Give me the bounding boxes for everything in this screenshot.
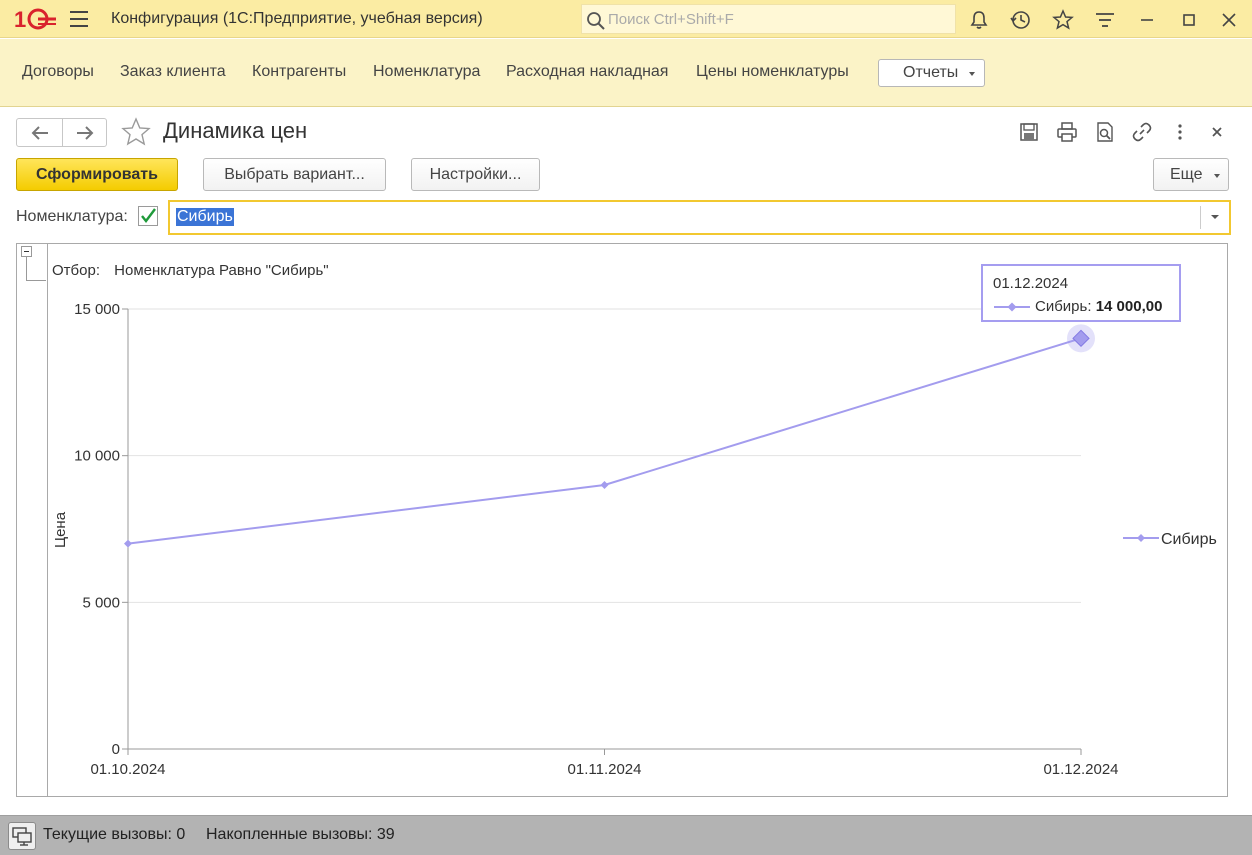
section-client-order[interactable]: Заказ клиента [120, 63, 226, 81]
section-sales-invoice[interactable]: Расходная накладная [506, 63, 668, 81]
tooltip-date: 01.12.2024 [993, 275, 1069, 292]
maximize-icon[interactable] [1178, 9, 1200, 31]
y-axis-title: Цена [52, 511, 69, 548]
nomenclature-value: Сибирь [176, 208, 234, 226]
filter-menu-icon[interactable] [1094, 9, 1116, 31]
close-form-icon[interactable] [1206, 121, 1228, 143]
history-icon[interactable] [1010, 9, 1032, 31]
link-icon[interactable] [1131, 121, 1153, 143]
calls-monitor-icon[interactable] [8, 822, 36, 850]
nomenclature-label: Номенклатура: [16, 208, 128, 225]
choose-variant-button[interactable]: Выбрать вариант... [203, 158, 386, 191]
status-bar: Текущие вызовы: 0 Накопленные вызовы: 39 [0, 815, 1252, 855]
y-tick-label: 15 000 [74, 301, 120, 318]
section-nomenclature-prices[interactable]: Цены номенклатуры [696, 63, 849, 81]
series-line [127, 337, 1082, 545]
back-arrow-icon[interactable] [30, 125, 50, 141]
series-marker-icon [994, 302, 1030, 312]
report-area: Отбор: Номенклатура Равно "Сибирь" 05 00… [16, 243, 1228, 797]
svg-text:1: 1 [14, 7, 26, 32]
navigation-buttons [16, 118, 107, 147]
price-chart[interactable]: 0 5 000 10 000 15 000 01.10.2024 01.11.2024 01… [17, 244, 1227, 796]
reports-button-label: Отчеты [903, 64, 959, 81]
1c-logo[interactable]: 1 [14, 6, 58, 32]
settings-button[interactable]: Настройки... [411, 158, 540, 191]
x-tick-label: 01.10.2024 [90, 761, 165, 778]
form-title: Динамика цен [163, 118, 308, 143]
sections-panel: Договоры Заказ клиента Контрагенты Номен… [0, 39, 1252, 107]
preview-icon[interactable] [1094, 121, 1116, 143]
bell-icon[interactable] [968, 9, 990, 31]
search-placeholder: Поиск Ctrl+Shift+F [608, 11, 734, 28]
favorites-star-icon[interactable] [1052, 9, 1074, 31]
section-nomenclature[interactable]: Номенклатура [373, 63, 480, 81]
y-tick-label: 0 [112, 741, 120, 758]
more-button[interactable]: Еще [1153, 158, 1229, 191]
close-window-icon[interactable] [1218, 9, 1240, 31]
nomenclature-field[interactable]: Сибирь [168, 200, 1231, 235]
title-bar: 1 Конфигурация (1С:Предприятие, учебная … [0, 0, 1252, 38]
forward-arrow-icon[interactable] [75, 125, 95, 141]
section-contracts[interactable]: Договоры [22, 63, 94, 81]
data-point [124, 539, 132, 548]
y-tick-label: 5 000 [82, 594, 120, 611]
reports-button[interactable]: Отчеты [878, 59, 985, 87]
favorite-star-icon[interactable] [120, 116, 152, 148]
y-tick-label: 10 000 [74, 448, 120, 465]
tooltip-series: Сибирь: [1035, 298, 1092, 315]
x-tick-label: 01.12.2024 [1043, 761, 1118, 778]
app-title: Конфигурация (1С:Предприятие, учебная ве… [111, 10, 483, 27]
legend-marker [1137, 534, 1145, 542]
generate-button[interactable]: Сформировать [16, 158, 178, 191]
chevron-down-icon [1214, 174, 1220, 178]
monitor-icon [12, 827, 32, 846]
chart-tooltip: 01.12.2024 Сибирь: 14 000,00 [981, 264, 1181, 322]
data-point [600, 481, 609, 489]
search-input[interactable]: Поиск Ctrl+Shift+F [581, 4, 956, 34]
dropdown-arrow-icon[interactable] [1211, 215, 1219, 219]
accumulated-calls: Накопленные вызовы: 39 [206, 826, 395, 843]
chevron-down-icon [969, 72, 975, 76]
print-icon[interactable] [1056, 121, 1078, 143]
save-icon[interactable] [1018, 121, 1040, 143]
section-counterparties[interactable]: Контрагенты [252, 63, 346, 81]
x-tick-label: 01.11.2024 [568, 761, 642, 778]
tooltip-series-line: Сибирь: 14 000,00 [993, 298, 1162, 315]
current-calls: Текущие вызовы: 0 [43, 826, 186, 843]
nomenclature-checkbox[interactable] [138, 206, 158, 226]
more-vertical-icon[interactable] [1169, 121, 1191, 143]
search-icon [587, 12, 605, 30]
legend-label: Сибирь [1161, 531, 1217, 548]
tooltip-value: 14 000,00 [1095, 298, 1163, 315]
minimize-icon[interactable] [1136, 9, 1158, 31]
checkmark-icon [141, 208, 156, 223]
main-menu-icon[interactable] [70, 11, 88, 27]
more-button-label: Еще [1170, 166, 1203, 183]
